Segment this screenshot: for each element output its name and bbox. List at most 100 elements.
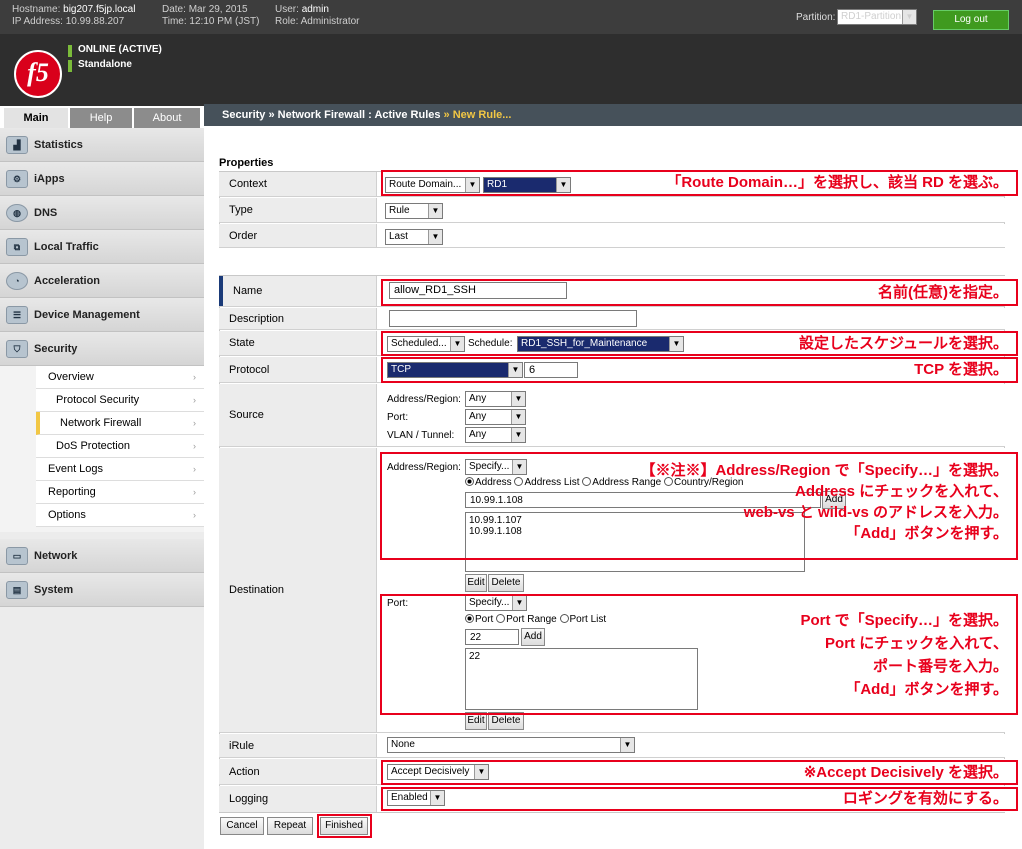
partition-value: RD1-Partition [841, 11, 902, 22]
sidebar-sub-label: Protocol Security [56, 394, 140, 406]
sidebar-item-statistics[interactable]: ▟ Statistics [0, 128, 204, 162]
chevron-down-icon: ▼ [902, 10, 916, 24]
logging-label: Logging [219, 786, 377, 812]
sidebar-sub-label: Network Firewall [60, 417, 142, 429]
chevron-right-icon: › [193, 395, 196, 405]
sidebar-sub-label: Event Logs [48, 463, 104, 475]
sidebar-item-local-traffic[interactable]: ⧉ Local Traffic [0, 230, 204, 264]
tab-help[interactable]: Help [70, 108, 132, 128]
network-icon: ⧉ [6, 238, 28, 256]
state-label: State [219, 331, 377, 355]
chevron-down-icon: ▼ [620, 738, 634, 752]
partition-label: Partition: [796, 12, 836, 23]
source-address-label: Address/Region: [387, 394, 461, 405]
annotation-line: 「Add」ボタンを押す。 [845, 525, 1008, 542]
logout-button[interactable]: Log out [933, 10, 1009, 30]
annotation-destination-port: Port で「Specify…」を選択。 Port にチェックを入れて、 ポート… [800, 609, 1008, 701]
breadcrumb-active-rules[interactable]: Network Firewall : Active Rules [278, 109, 441, 121]
chevron-right-icon: › [193, 418, 196, 428]
repeat-button[interactable]: Repeat [267, 817, 313, 835]
select-value: None [391, 739, 415, 750]
destination-label: Destination [219, 448, 377, 732]
annotation-box-finished [317, 814, 372, 838]
breadcrumb-current: New Rule... [452, 109, 512, 121]
annotation-name: 名前(任意)を指定。 [878, 284, 1008, 301]
source-vlan-select[interactable]: Any ▼ [465, 427, 526, 443]
partition-select[interactable]: RD1-Partition ▼ [837, 9, 917, 25]
sidebar-item-security[interactable]: ⛉ Security [0, 332, 204, 366]
source-port-select[interactable]: Any ▼ [465, 409, 526, 425]
source-port-label: Port: [387, 412, 409, 423]
role: Administrator [300, 16, 360, 27]
hostname-label: Hostname: [12, 4, 61, 15]
ip: 10.99.88.207 [65, 16, 125, 27]
sidebar-sub-label: Overview [48, 371, 94, 383]
breadcrumb: Security » Network Firewall : Active Rul… [204, 104, 1022, 126]
annotation-line: Port で「Specify…」を選択。 [800, 612, 1008, 629]
type-select[interactable]: Rule ▼ [385, 203, 443, 219]
irule-select[interactable]: None ▼ [387, 737, 635, 753]
chevron-right-icon: › [193, 441, 196, 451]
dest-address-delete-button[interactable]: Delete [488, 574, 524, 592]
sidebar-item-system[interactable]: ▤ System [0, 573, 204, 607]
chevron-right-icon: › [193, 510, 196, 520]
sidebar-sub-label: Options [48, 509, 86, 521]
chevron-down-icon: ▼ [428, 230, 442, 244]
tab-main[interactable]: Main [4, 108, 68, 128]
tab-about[interactable]: About [134, 108, 200, 128]
chevron-right-icon: › [193, 372, 196, 382]
annotation-action: ※Accept Decisively を選択。 [803, 764, 1008, 781]
sidebar-sub-protocol-security[interactable]: Protocol Security › [36, 389, 204, 412]
sidebar-item-network[interactable]: ▭ Network [0, 539, 204, 573]
device-icon: ☰ [6, 306, 28, 324]
protocol-label: Protocol [219, 357, 377, 382]
order-label: Order [219, 224, 377, 247]
chevron-right-icon: › [193, 487, 196, 497]
date: Mar 29, 2015 [188, 4, 248, 15]
sidebar-sub-label: Reporting [48, 486, 96, 498]
sidebar-sub-options[interactable]: Options › [36, 504, 204, 527]
network-device-icon: ▭ [6, 547, 28, 565]
sidebar-item-label: System [34, 584, 74, 596]
description-input[interactable] [389, 310, 637, 327]
sidebar-sub-reporting[interactable]: Reporting › [36, 481, 204, 504]
annotation-line: ポート番号を入力。 [872, 658, 1008, 675]
annotation-state: 設定したスケジュールを選択。 [799, 335, 1008, 352]
select-value: Any [469, 393, 487, 404]
sidebar-sub-event-logs[interactable]: Event Logs › [36, 458, 204, 481]
annotation-line: Address にチェックを入れて、 [795, 483, 1008, 500]
sidebar-item-label: Security [34, 343, 78, 355]
select-value: Any [469, 411, 487, 422]
chevron-down-icon: ▼ [511, 410, 525, 424]
sidebar-sub-dos-protection[interactable]: DoS Protection › [36, 435, 204, 458]
sidebar-item-dns[interactable]: ◍ DNS [0, 196, 204, 230]
sidebar-item-acceleration[interactable]: ◔ Acceleration [0, 264, 204, 298]
sidebar: ▟ Statistics ⚙ iApps ◍ DNS ⧉ Local Traffic ◔… [0, 128, 204, 849]
annotation-line: web-vs と wild-vs のアドレスを入力。 [743, 504, 1008, 521]
description-label: Description [219, 308, 377, 329]
sidebar-item-label: iApps [34, 173, 65, 185]
date-label: Date: [162, 4, 186, 15]
sidebar-sub-overview[interactable]: Overview › [36, 366, 204, 389]
ip-label: IP Address: [12, 16, 63, 27]
f5-logo: f5 [14, 50, 62, 98]
breadcrumb-security[interactable]: Security [222, 109, 265, 121]
order-select[interactable]: Last ▼ [385, 229, 443, 245]
sidebar-item-iapps[interactable]: ⚙ iApps [0, 162, 204, 196]
sidebar-item-device-management[interactable]: ☰ Device Management [0, 298, 204, 332]
dest-address-edit-button[interactable]: Edit [465, 574, 487, 592]
source-address-select[interactable]: Any ▼ [465, 391, 526, 407]
time: 12:10 PM (JST) [189, 16, 260, 27]
sidebar-sub-network-firewall[interactable]: Network Firewall › [36, 412, 204, 435]
speedometer-icon: ◔ [6, 272, 28, 290]
cancel-button[interactable]: Cancel [220, 817, 264, 835]
annotation-protocol: TCP を選択。 [914, 361, 1008, 378]
top-info-bar: Hostname: big207.f5jp.local IP Address: 1… [0, 0, 1022, 34]
sidebar-item-label: Device Management [34, 309, 140, 321]
row-order: Order [219, 224, 1005, 248]
source-vlan-label: VLAN / Tunnel: [387, 430, 455, 441]
section-title: Properties [219, 157, 274, 169]
annotation-line: 「Add」ボタンを押す。 [845, 681, 1008, 698]
chart-icon: ▟ [6, 136, 28, 154]
status-standalone: Standalone [78, 59, 132, 70]
